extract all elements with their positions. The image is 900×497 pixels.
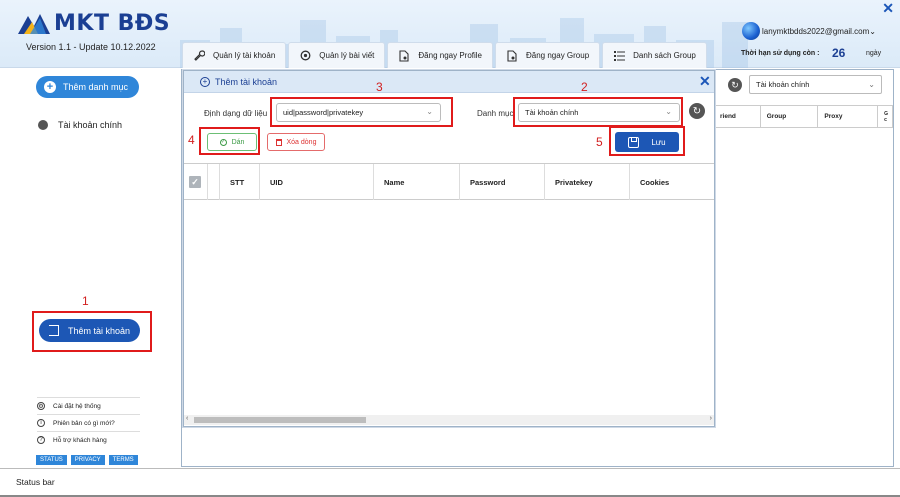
column-header-cookies: Cookies — [640, 177, 670, 187]
column-header: Group — [761, 106, 819, 127]
column-header: Proxy — [818, 106, 879, 127]
column-header-privatekey: Privatekey — [545, 164, 630, 200]
tab-account-management[interactable]: Quản lý tài khoản — [182, 42, 287, 68]
spacer-column — [208, 164, 220, 200]
version-text: Version 1.1 - Update 10.12.2022 — [26, 42, 156, 52]
plus-icon: + — [44, 81, 56, 93]
user-email-text: lanymktbdds2022@gmail.com — [762, 27, 870, 36]
annotation-box-2 — [513, 97, 683, 127]
category-label: Danh mục — [477, 109, 514, 118]
list-icon — [613, 50, 625, 62]
sidebar-link-settings[interactable]: ⚙ Cài đặt hệ thống — [37, 397, 140, 414]
main-category-value: Tài khoản chính — [756, 80, 810, 89]
remaining-days: 26 — [832, 46, 846, 60]
dialog-title: + Thêm tài khoản — [200, 77, 277, 87]
remaining-label: Thời hạn sử dụng còn : — [741, 50, 820, 57]
sidebar-link-whats-new[interactable]: i Phiên bản có gì mới? — [37, 414, 140, 431]
annotation-number-4: 4 — [188, 133, 195, 147]
add-category-label: Thêm danh mục — [63, 82, 129, 92]
accounts-grid: ✓ STT UID Name Password Privatekey Cooki… — [184, 163, 714, 416]
refresh-icon[interactable]: ↻ — [689, 103, 705, 119]
login-icon — [48, 325, 59, 336]
annotation-number-2: 2 — [581, 80, 588, 94]
dialog-header: + Thêm tài khoản ✕ — [184, 71, 714, 93]
column-header-uid: UID — [260, 164, 374, 200]
user-email-dropdown[interactable]: lanymktbdds2022@gmail.com⌄ — [762, 27, 876, 36]
tab-label: Quản lý bài viết — [319, 51, 375, 60]
annotation-number-5: 5 — [596, 135, 603, 149]
main-category-select[interactable]: Tài khoản chính ⌄ — [749, 75, 882, 94]
sidebar-item-label: Tài khoản chính — [58, 120, 123, 130]
tab-label: Đăng ngay Profile — [418, 51, 482, 60]
column-header: G c — [884, 110, 888, 123]
grid-header: ✓ STT UID Name Password Privatekey Cooki… — [184, 164, 714, 200]
add-account-button[interactable]: Thêm tài khoản — [39, 319, 140, 342]
chevron-down-icon: ⌄ — [869, 27, 876, 36]
main-table-header: riend Group Proxy G c — [713, 105, 893, 128]
app-header: MKT BĐS Version 1.1 - Update 10.12.2022 … — [0, 0, 900, 68]
wrench-icon — [193, 50, 205, 62]
sidebar-link-label: Cài đặt hệ thống — [53, 402, 101, 410]
select-all-column: ✓ — [184, 164, 208, 200]
annotation-number-1: 1 — [82, 294, 89, 308]
tab-label: Quản lý tài khoản — [213, 51, 276, 60]
annotation-number-3: 3 — [376, 80, 383, 94]
sidebar-item-main-account[interactable]: Tài khoản chính — [38, 120, 122, 130]
status-bar-text: Status bar — [16, 477, 55, 487]
privacy-badge[interactable]: PRIVACY — [70, 455, 105, 465]
app-close-button[interactable]: ✕ — [882, 0, 894, 17]
footer-badges: STATUS PRIVACY TERMS — [36, 455, 138, 465]
delete-row-button[interactable]: Xóa dòng — [267, 133, 325, 151]
column-header-stt: STT — [220, 164, 260, 200]
column-header-name: Name — [374, 164, 460, 200]
info-icon: i — [37, 419, 45, 427]
remaining-unit: ngày — [866, 50, 882, 57]
sidebar-link-support[interactable]: ? Hỗ trợ khách hàng — [37, 431, 140, 448]
plus-circle-icon: + — [200, 77, 210, 87]
delete-row-label: Xóa dòng — [286, 138, 317, 146]
tab-post-management[interactable]: Quản lý bài viết — [288, 42, 386, 68]
column-header: riend — [714, 106, 761, 127]
logo-mark-icon — [18, 14, 50, 34]
scrollbar-thumb[interactable] — [194, 417, 366, 423]
document-icon — [398, 49, 410, 62]
scroll-left-arrow-icon[interactable]: ‹ — [186, 415, 188, 422]
sidebar-links: ⚙ Cài đặt hệ thống i Phiên bản có gì mới… — [37, 397, 140, 448]
tab-post-profile[interactable]: Đăng ngay Profile — [387, 42, 493, 68]
tab-post-group[interactable]: Đăng ngay Group — [495, 42, 601, 68]
annotation-box-3 — [270, 97, 453, 127]
app-logo: MKT BĐS — [16, 10, 170, 36]
add-account-label: Thêm tài khoản — [67, 325, 131, 336]
tab-label: Đăng ngay Group — [526, 51, 590, 60]
format-label: Định dạng dữ liệu — [204, 109, 268, 118]
horizontal-scrollbar[interactable]: ‹ › — [184, 415, 714, 425]
gear-eye-icon — [299, 50, 311, 62]
avatar[interactable] — [742, 22, 760, 40]
trash-icon — [275, 138, 282, 146]
dialog-title-text: Thêm tài khoản — [215, 77, 278, 87]
annotation-box-4 — [199, 127, 260, 155]
logo-text: MKT BĐS — [54, 10, 171, 36]
add-category-button[interactable]: + Thêm danh mục — [36, 76, 139, 98]
tab-bar: Quản lý tài khoản Quản lý bài viết Đăng … — [182, 42, 707, 68]
document-icon — [506, 49, 518, 62]
scroll-right-arrow-icon[interactable]: › — [710, 415, 712, 422]
column-header-password: Password — [460, 164, 545, 200]
sidebar-link-label: Phiên bản có gì mới? — [53, 419, 115, 427]
user-circle-icon — [38, 120, 48, 130]
terms-badge[interactable]: TERMS — [108, 455, 138, 465]
dialog-close-button[interactable]: ✕ — [699, 73, 711, 90]
sidebar-link-label: Hỗ trợ khách hàng — [53, 436, 107, 444]
annotation-box-5 — [609, 126, 685, 156]
status-badge[interactable]: STATUS — [36, 455, 67, 465]
gear-icon: ⚙ — [37, 402, 45, 410]
refresh-icon[interactable]: ↻ — [728, 78, 742, 92]
select-all-checkbox[interactable]: ✓ — [189, 176, 201, 188]
tab-label: Danh sách Group — [633, 51, 696, 60]
tab-group-list[interactable]: Danh sách Group — [602, 42, 707, 68]
question-icon: ? — [37, 436, 45, 444]
chevron-down-icon: ⌄ — [868, 80, 875, 89]
status-bar: Status bar — [0, 468, 900, 497]
